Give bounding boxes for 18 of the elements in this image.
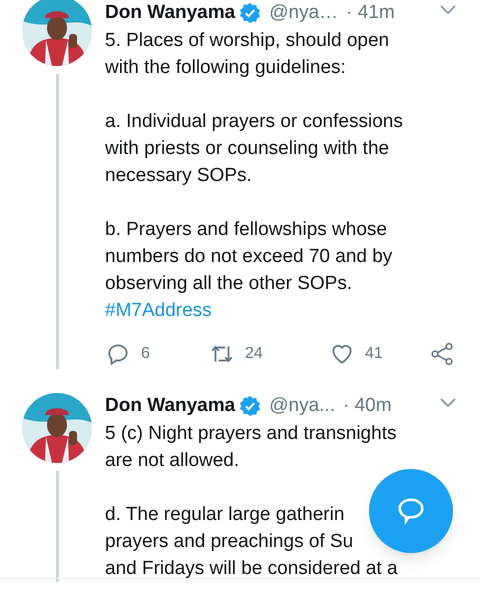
reply-count: 6 [141, 344, 150, 364]
share-icon[interactable] [430, 342, 454, 366]
tweet-text: 5. Places of worship, should open with the following guidelines: [105, 29, 390, 80]
chevron-down-icon[interactable] [440, 398, 456, 408]
tweet-time: · 40m [342, 394, 392, 418]
user-handle: @nya… [269, 1, 338, 25]
tweet-text: b. Prayers and fellowships whose numbers do not exceed 70 and by observing all the other SOPs. [105, 218, 392, 296]
user-handle: @nya... [269, 394, 335, 418]
tweet-text: 5 (c) Night prayers and transnights are not allowed. [105, 422, 396, 473]
tweet-text: d. The regular large gatherin prayers and preachings of Su and Fridays will be considered at a [105, 503, 398, 581]
chevron-down-icon[interactable] [440, 5, 456, 15]
retweet-count: 24 [245, 344, 263, 364]
tweet-text: a. Individual prayers or confessions with priests or counseling with the necessary SOPs. [105, 110, 403, 188]
user-name[interactable]: Don Wanyama [105, 1, 236, 25]
speech-bubble-icon [396, 496, 426, 526]
user-name[interactable]: Don Wanyama [105, 394, 236, 418]
tweet-time: · 41m [346, 1, 395, 25]
like-count: 41 [365, 344, 383, 364]
